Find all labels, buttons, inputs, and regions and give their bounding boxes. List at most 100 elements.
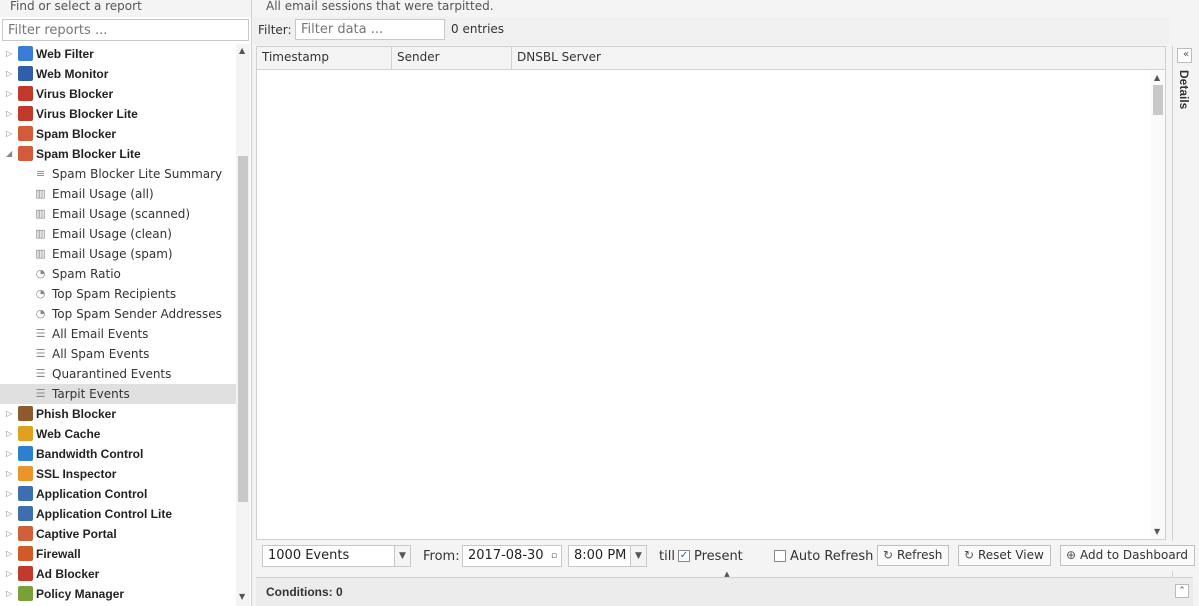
app-node[interactable]: ▷ Firewall <box>0 544 236 564</box>
app-icon <box>18 566 33 581</box>
report-item[interactable]: ◔ Spam Ratio <box>0 264 236 284</box>
app-node[interactable]: ▷ Application Control <box>0 484 236 504</box>
scrollbar-thumb[interactable] <box>1153 85 1163 115</box>
add-to-dashboard-label: Add to Dashboard <box>1080 548 1189 562</box>
from-time-value: 8:00 PM <box>574 548 627 563</box>
collapsed-arrow-icon[interactable]: ▷ <box>6 64 14 84</box>
details-label[interactable]: Details <box>1177 70 1191 109</box>
app-node[interactable]: ▷ Web Cache <box>0 424 236 444</box>
present-checkbox[interactable]: ✓ <box>678 550 690 562</box>
filter-reports-input[interactable] <box>2 19 249 41</box>
collapsed-arrow-icon[interactable]: ▷ <box>6 444 14 464</box>
collapsed-arrow-icon[interactable]: ▷ <box>6 404 14 424</box>
refresh-button[interactable]: ↻ Refresh <box>877 545 950 566</box>
app-node[interactable]: ▷ Bandwidth Control <box>0 444 236 464</box>
refresh-label: Refresh <box>897 548 943 562</box>
app-icon <box>18 546 33 561</box>
app-icon <box>18 466 33 481</box>
report-item[interactable]: ≡ Spam Blocker Lite Summary <box>0 164 236 184</box>
add-to-dashboard-button[interactable]: ⊕ Add to Dashboard <box>1060 545 1196 566</box>
text-icon: ≡ <box>35 167 46 180</box>
column-dnsbl-server[interactable]: DNSBL Server <box>512 47 1165 70</box>
events-limit-select[interactable]: 1000 Events ▼ <box>262 545 411 567</box>
reset-view-button[interactable]: ↻ Reset View <box>958 545 1051 566</box>
report-item[interactable]: ▥ Email Usage (scanned) <box>0 204 236 224</box>
events-grid: Timestamp Sender DNSBL Server ▲ ▼ <box>256 46 1166 540</box>
app-icon <box>18 146 33 161</box>
collapsed-arrow-icon[interactable]: ▷ <box>6 544 14 564</box>
pie-chart-icon: ◔ <box>35 307 46 320</box>
list-icon: ☰ <box>35 347 46 360</box>
report-item[interactable]: ▥ Email Usage (all) <box>0 184 236 204</box>
reports-scrollbar[interactable]: ▲ ▼ <box>236 44 250 606</box>
collapsed-arrow-icon[interactable]: ▷ <box>6 124 14 144</box>
from-time-select[interactable]: 8:00 PM ▼ <box>568 545 647 567</box>
report-item[interactable]: ☰ All Spam Events <box>0 344 236 364</box>
app-node[interactable]: ▷ Ad Blocker <box>0 564 236 584</box>
chevron-down-icon[interactable]: ▼ <box>394 546 410 566</box>
collapsed-arrow-icon[interactable]: ▷ <box>6 44 14 64</box>
collapsed-arrow-icon[interactable]: ▷ <box>6 524 14 544</box>
app-node[interactable]: ▷ Spam Blocker <box>0 124 236 144</box>
conditions-title: Conditions: 0 <box>266 585 343 599</box>
app-node[interactable]: ▷ Policy Manager <box>0 584 236 604</box>
app-node[interactable]: ▷ Virus Blocker <box>0 84 236 104</box>
expand-details-button[interactable]: « <box>1177 48 1192 63</box>
collapsed-arrow-icon[interactable]: ▷ <box>6 564 14 584</box>
grid-scrollbar[interactable]: ▲ ▼ <box>1151 71 1165 539</box>
app-node[interactable]: ▷ Web Filter <box>0 44 236 64</box>
reset-view-label: Reset View <box>978 548 1044 562</box>
report-item[interactable]: ◔ Top Spam Recipients <box>0 284 236 304</box>
app-icon <box>18 586 33 601</box>
expanded-arrow-icon[interactable]: ◢ <box>6 144 14 164</box>
from-date-field[interactable]: 2017-08-30 ▫ <box>462 545 562 567</box>
report-item[interactable]: ☰ All Email Events <box>0 324 236 344</box>
collapsed-arrow-icon[interactable]: ▷ <box>6 424 14 444</box>
chevron-down-icon[interactable]: ▼ <box>630 546 646 566</box>
collapsed-arrow-icon[interactable]: ▷ <box>6 584 14 604</box>
scroll-down-icon[interactable]: ▼ <box>1154 527 1160 536</box>
app-node[interactable]: ▷ Phish Blocker <box>0 404 236 424</box>
report-description: All email sessions that were tarpitted. <box>253 0 1169 17</box>
app-node[interactable]: ▷ Web Monitor <box>0 64 236 84</box>
grid-header: Timestamp Sender DNSBL Server <box>257 47 1165 70</box>
filter-data-input[interactable] <box>295 19 445 40</box>
report-item[interactable]: ☰ Quarantined Events <box>0 364 236 384</box>
report-item[interactable]: ▥ Email Usage (spam) <box>0 244 236 264</box>
scrollbar-thumb[interactable] <box>238 156 248 502</box>
collapsed-arrow-icon[interactable]: ▷ <box>6 504 14 524</box>
scroll-up-icon[interactable]: ▲ <box>239 46 245 55</box>
auto-refresh-label[interactable]: Auto Refresh <box>790 549 873 564</box>
collapsed-arrow-icon[interactable]: ▷ <box>6 84 14 104</box>
app-name: Spam Blocker Lite <box>36 147 141 161</box>
report-name: All Email Events <box>52 327 149 341</box>
app-name: Firewall <box>36 547 81 561</box>
app-node[interactable]: ◢ Spam Blocker Lite <box>0 144 236 164</box>
expand-conditions-icon[interactable]: ⌃ <box>1175 584 1189 598</box>
report-item[interactable]: ◔ Top Spam Sender Addresses <box>0 304 236 324</box>
conditions-bar[interactable]: Conditions: 0 ⌃ <box>256 577 1193 606</box>
column-timestamp[interactable]: Timestamp <box>257 47 392 70</box>
app-name: Web Monitor <box>36 67 109 81</box>
app-node[interactable]: ▷ Virus Blocker Lite <box>0 104 236 124</box>
app-node[interactable]: ▷ SSL Inspector <box>0 464 236 484</box>
scroll-up-icon[interactable]: ▲ <box>1154 73 1160 82</box>
app-node[interactable]: ▷ Application Control Lite <box>0 504 236 524</box>
app-name: Virus Blocker Lite <box>36 107 138 121</box>
app-name: Virus Blocker <box>36 87 114 101</box>
column-sender[interactable]: Sender <box>392 47 512 70</box>
present-label[interactable]: Present <box>694 549 743 564</box>
calendar-icon[interactable]: ▫ <box>547 546 561 566</box>
auto-refresh-checkbox[interactable] <box>774 550 786 562</box>
app-node[interactable]: ▷ Captive Portal <box>0 524 236 544</box>
scroll-down-icon[interactable]: ▼ <box>239 592 245 601</box>
collapsed-arrow-icon[interactable]: ▷ <box>6 104 14 124</box>
app-icon <box>18 406 33 421</box>
collapsed-arrow-icon[interactable]: ▷ <box>6 464 14 484</box>
app-name: Web Cache <box>36 427 101 441</box>
entries-count: 0 entries <box>451 22 505 36</box>
collapsed-arrow-icon[interactable]: ▷ <box>6 484 14 504</box>
report-name: Email Usage (spam) <box>52 247 173 261</box>
report-item[interactable]: ☰ Tarpit Events <box>0 384 236 404</box>
report-item[interactable]: ▥ Email Usage (clean) <box>0 224 236 244</box>
